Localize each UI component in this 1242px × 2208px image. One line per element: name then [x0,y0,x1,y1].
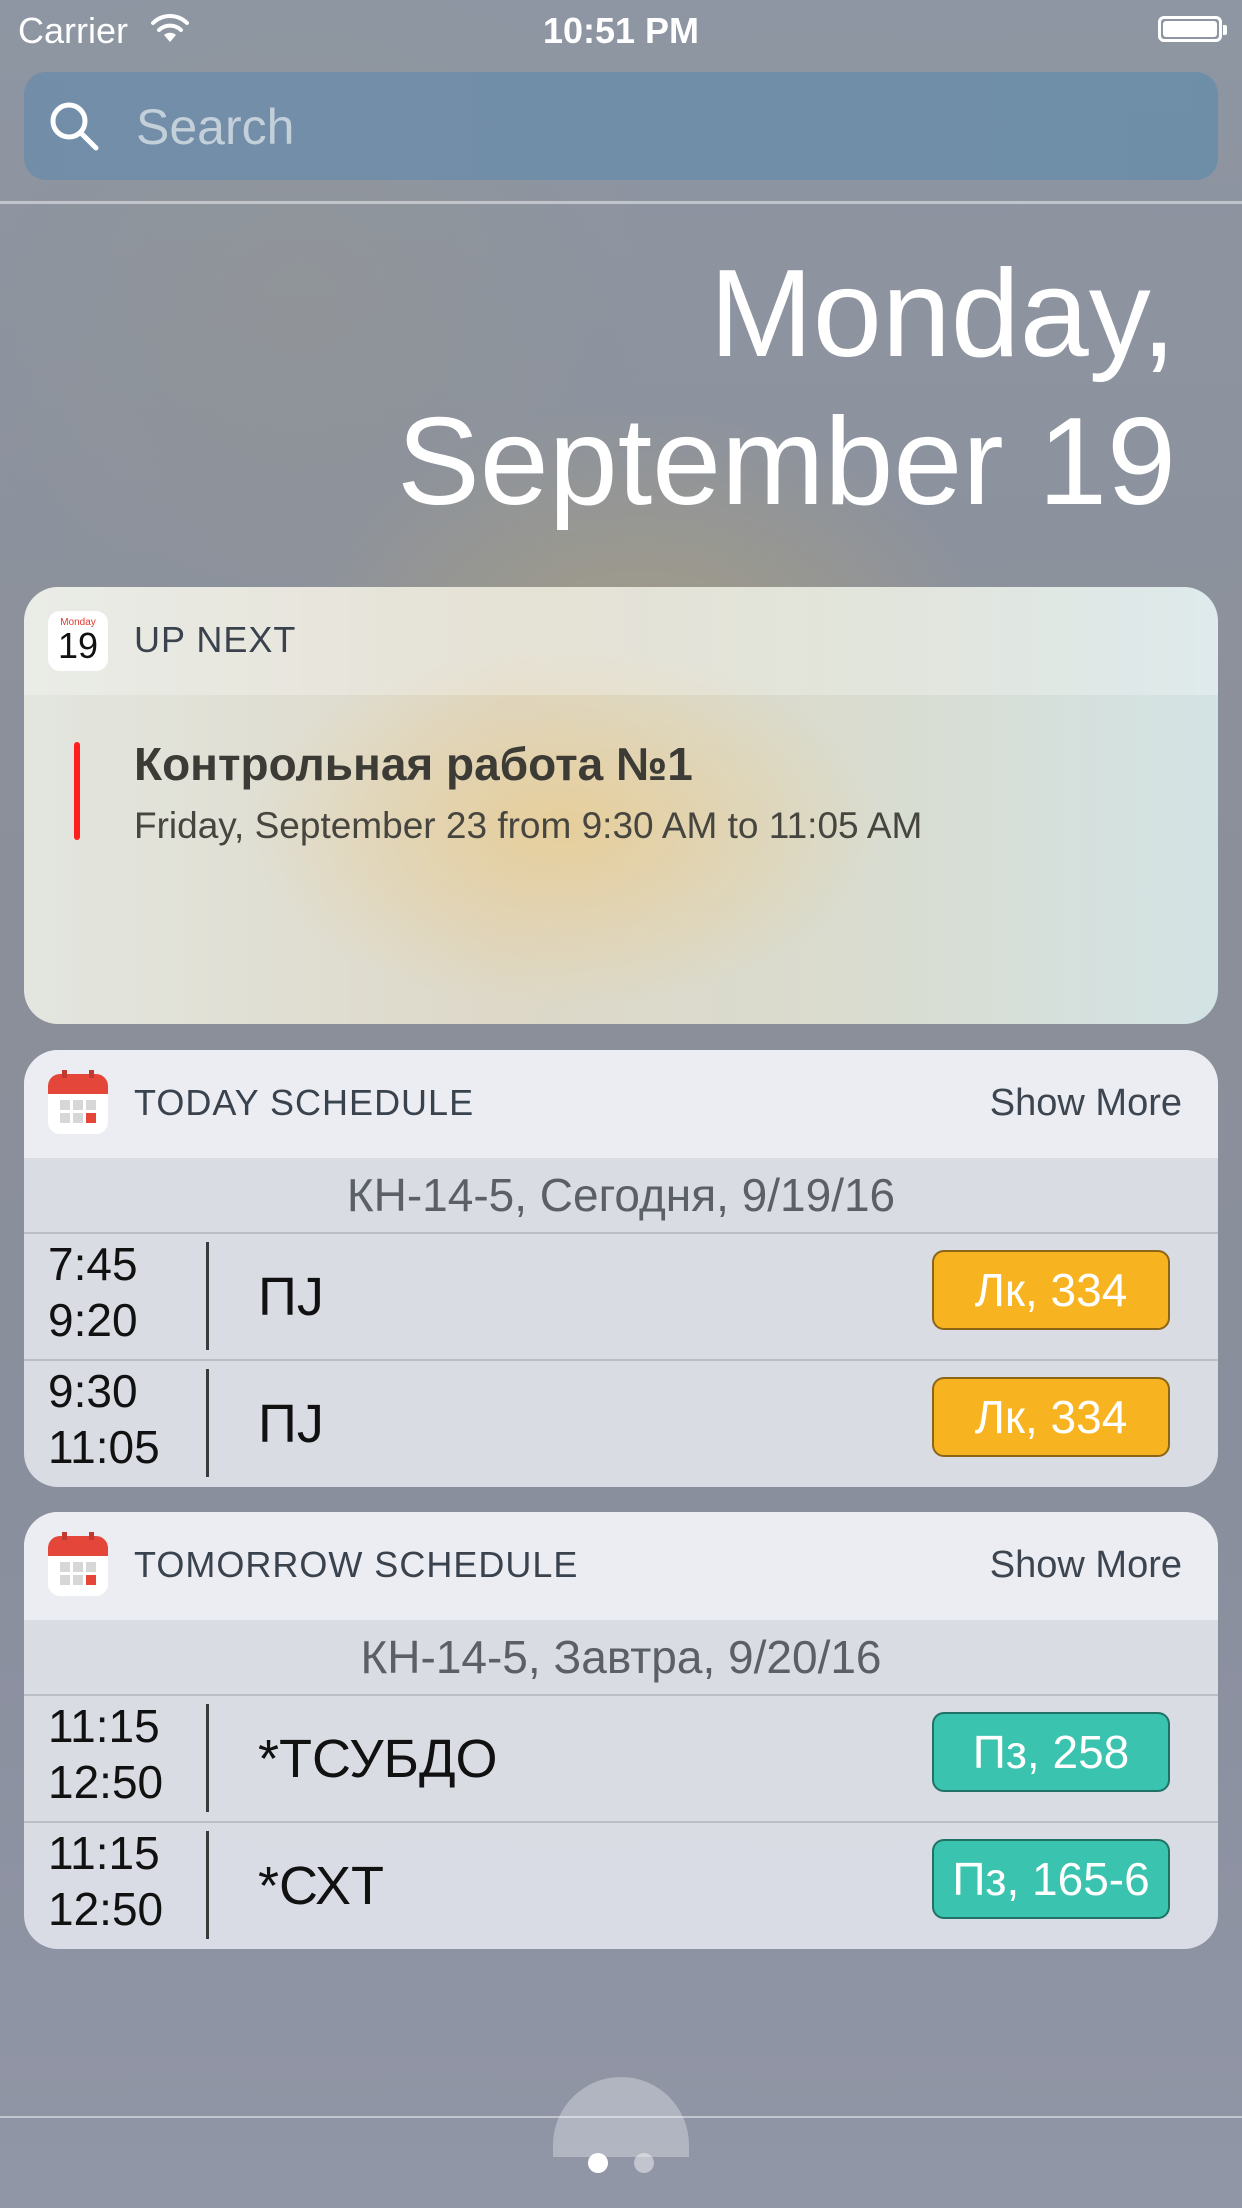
schedule-app-icon [48,1532,108,1596]
lesson-end-time: 12:50 [48,1883,164,1935]
up-next-widget[interactable]: Monday 19 UP NEXT Контрольная работа №1 … [24,587,1218,1024]
row-divider [24,1821,1218,1823]
lesson-subject: *ТСУБДО [258,1729,498,1789]
widget-header: Monday 19 UP NEXT [24,587,1218,695]
lesson-row[interactable]: 11:15 12:50 *СХТ Пз, 165-6 [24,1821,1218,1948]
time-separator [206,1369,209,1477]
lesson-start-time: 11:15 [48,1827,160,1879]
search-icon [50,102,99,151]
show-more-button[interactable]: Show More [990,1082,1182,1125]
lesson-end-time: 12:50 [48,1756,164,1808]
battery-icon [1158,16,1227,42]
time-separator [206,1704,209,1812]
lesson-subject: *СХТ [258,1856,384,1916]
lesson-start-time: 7:45 [48,1238,138,1290]
room-badge: Пз, 258 [932,1712,1170,1792]
room-badge: Лк, 334 [932,1377,1170,1457]
schedule-app-icon [48,1070,108,1134]
lesson-start-time: 11:15 [48,1700,160,1752]
lesson-row[interactable]: 7:45 9:20 ПJ Лк, 334 [24,1232,1218,1359]
lesson-subject: ПJ [258,1267,324,1327]
lesson-start-time: 9:30 [48,1365,138,1417]
widget-title: UP NEXT [134,619,297,660]
search-input[interactable] [134,92,1198,162]
show-more-button[interactable]: Show More [990,1544,1182,1587]
page-indicator-dot[interactable] [634,2153,654,2173]
row-divider [24,1359,1218,1361]
page-indicator-dot-active[interactable] [588,2153,608,2173]
event-color-bar [74,742,80,840]
row-divider [24,1232,1218,1234]
tomorrow-schedule-widget[interactable]: TOMORROW SCHEDULE Show More КН-14-5, Зав… [24,1512,1218,1949]
room-badge: Лк, 334 [932,1250,1170,1330]
event-time: Friday, September 23 from 9:30 AM to 11:… [134,805,923,846]
group-date-title: КН-14-5, Завтра, 9/20/16 [360,1631,882,1683]
room-badge: Пз, 165-6 [932,1839,1170,1919]
lesson-row[interactable]: 11:15 12:50 *ТСУБДО Пз, 258 [24,1694,1218,1821]
time-separator [206,1242,209,1350]
calendar-icon-day: 19 [57,625,99,666]
event-title[interactable]: Контрольная работа №1 [134,737,693,791]
search-bar[interactable] [24,72,1218,180]
divider [0,2116,1242,2118]
widget-header: TODAY SCHEDULE Show More [24,1050,1218,1158]
date-month-day: September 19 [397,393,1176,531]
widget-title: TODAY SCHEDULE [134,1082,475,1123]
clock: 10:51 PM [542,10,700,51]
widget-title: TOMORROW SCHEDULE [134,1544,579,1585]
lesson-row[interactable]: 9:30 11:05 ПJ Лк, 334 [24,1359,1218,1486]
group-date-title: КН-14-5, Сегодня, 9/19/16 [346,1169,896,1221]
status-bar: Carrier 10:51 PM [0,0,1242,60]
widget-header: TOMORROW SCHEDULE Show More [24,1512,1218,1620]
lesson-end-time: 9:20 [48,1294,138,1346]
date-heading: Monday, September 19 [176,240,1176,536]
lesson-end-time: 11:05 [48,1421,160,1473]
divider [0,201,1242,204]
row-divider [24,1694,1218,1696]
lesson-subject: ПJ [258,1394,324,1454]
calendar-icon: Monday 19 [48,611,108,671]
date-weekday: Monday, [709,245,1176,383]
time-separator [206,1831,209,1939]
today-schedule-widget[interactable]: TODAY SCHEDULE Show More КН-14-5, Сегодн… [24,1050,1218,1487]
